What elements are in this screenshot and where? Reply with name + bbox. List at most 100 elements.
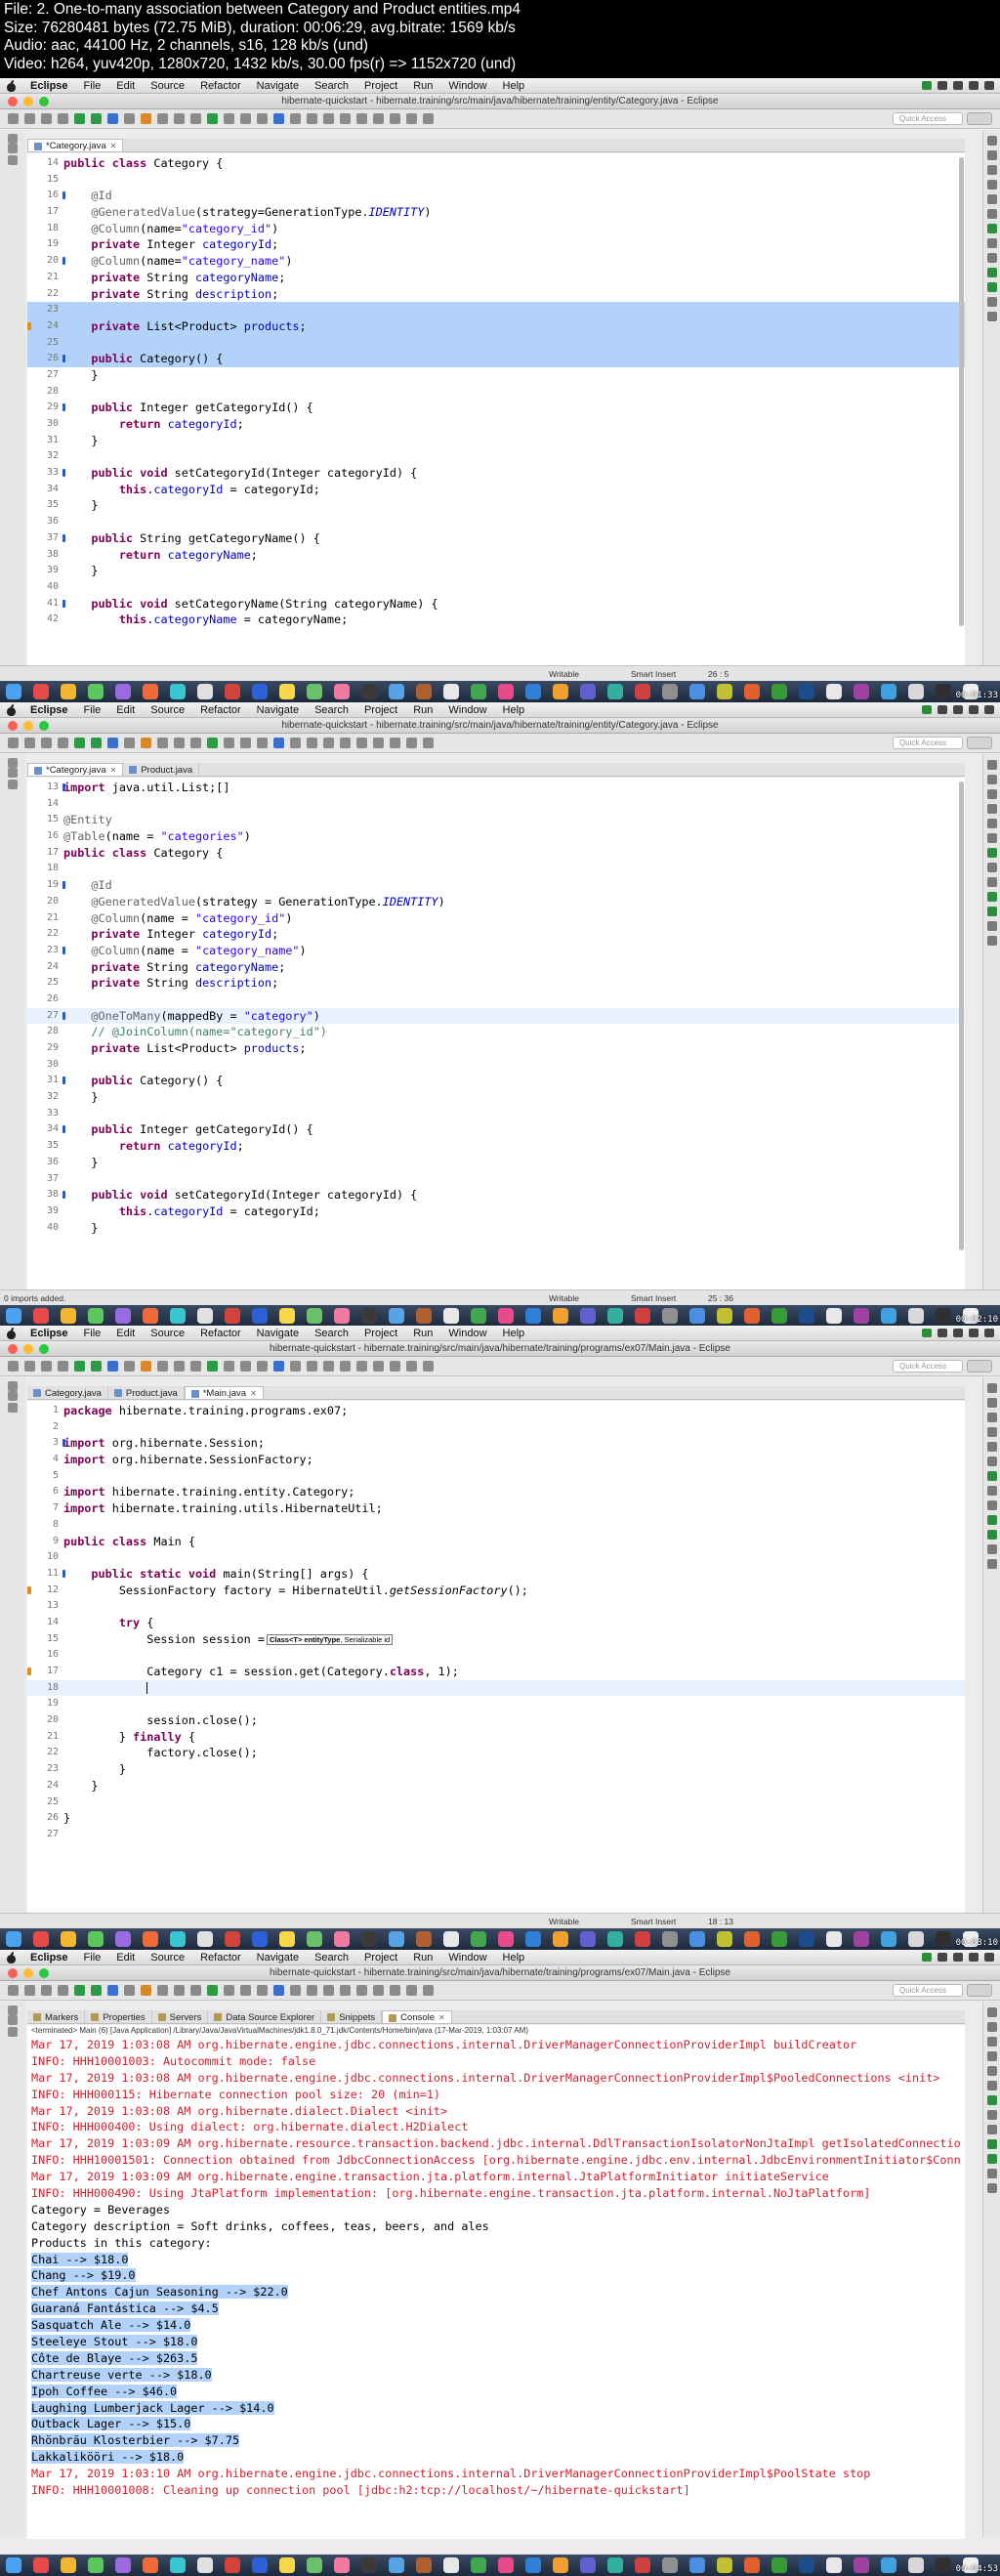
dock-app-icon[interactable] <box>225 1308 240 1324</box>
menu-item-help[interactable]: Help <box>503 80 525 92</box>
code-line[interactable]: 35 return categoryId; <box>27 1138 965 1155</box>
view-toggle-icon[interactable] <box>987 150 997 160</box>
battery-icon[interactable] <box>953 81 963 90</box>
code-line[interactable]: 32 } <box>27 1089 965 1106</box>
fold-toggle-icon[interactable] <box>62 1569 65 1578</box>
dock-app-icon[interactable] <box>771 2557 787 2573</box>
menu-item-source[interactable]: Source <box>150 80 185 92</box>
dock-app-icon[interactable] <box>635 1931 650 1947</box>
toolbar-button-icon[interactable] <box>74 1361 85 1372</box>
toolbar-button-icon[interactable] <box>124 738 135 748</box>
dock-app-icon[interactable] <box>717 1308 732 1324</box>
menu-item-source[interactable]: Source <box>150 1952 185 1964</box>
toolbar-button-icon[interactable] <box>406 1985 417 1996</box>
apple-icon[interactable] <box>6 703 17 716</box>
code-line[interactable]: 5 <box>27 1468 965 1485</box>
dock-app-icon[interactable] <box>744 2557 760 2573</box>
status-icon[interactable] <box>922 81 932 90</box>
apple-icon[interactable] <box>6 1951 17 1964</box>
dock-app-icon[interactable] <box>635 1308 650 1324</box>
menu-item-project[interactable]: Project <box>364 80 397 92</box>
code-line[interactable]: 27 } <box>27 367 965 384</box>
toolbar-button-icon[interactable] <box>141 1985 151 1996</box>
code-line[interactable]: 33 public void setCategoryId(Integer cat… <box>27 465 965 482</box>
toolbar-button-icon[interactable] <box>323 1361 334 1372</box>
fold-toggle-icon[interactable] <box>62 257 65 266</box>
toolbar-button-icon[interactable] <box>240 113 251 124</box>
code-line[interactable]: 28 // @JoinColumn(name="category_id") <box>27 1024 965 1040</box>
code-line[interactable]: 2 <box>27 1419 965 1436</box>
toolbar-button-icon[interactable] <box>356 738 367 748</box>
code-line[interactable]: 17 Category c1 = session.get(Category.cl… <box>27 1664 965 1680</box>
view-toggle-icon[interactable] <box>987 1427 997 1437</box>
code-line[interactable]: 39 } <box>27 563 965 579</box>
dock-app-icon[interactable] <box>635 684 650 699</box>
view-toggle-icon[interactable] <box>987 209 997 219</box>
code-line[interactable]: 18 @Column(name="category_id") <box>27 221 965 237</box>
fold-toggle-icon[interactable] <box>62 355 65 363</box>
dock-app-icon[interactable] <box>389 1931 404 1947</box>
battery-icon[interactable] <box>953 705 963 714</box>
code-line[interactable]: 27 @OneToMany(mappedBy = "category") <box>27 1007 965 1025</box>
code-line[interactable]: 38 return categoryName; <box>27 547 965 564</box>
dock-app-icon[interactable] <box>854 2557 869 2573</box>
view-toggle-icon[interactable] <box>987 936 997 946</box>
toolbar-button-icon[interactable] <box>157 738 168 748</box>
toolbar-button-icon[interactable] <box>240 1985 251 1996</box>
menu-item-navigate[interactable]: Navigate <box>257 704 299 716</box>
view-toggle-icon[interactable] <box>987 1457 997 1466</box>
view-toggle-icon[interactable] <box>987 1398 997 1408</box>
view-toggle-icon[interactable] <box>987 2169 997 2178</box>
code-line[interactable]: 14 <box>27 796 965 813</box>
dock-app-icon[interactable] <box>498 2557 514 2573</box>
dock-app-icon[interactable] <box>334 1931 350 1947</box>
dock-app-icon[interactable] <box>6 1308 21 1324</box>
fold-toggle-icon[interactable] <box>62 533 65 542</box>
view-toggle-icon[interactable] <box>987 2066 997 2076</box>
code-line[interactable]: 42 this.categoryName = categoryName; <box>27 612 965 628</box>
apple-icon[interactable] <box>6 79 17 92</box>
dock-app-icon[interactable] <box>33 684 49 699</box>
view-toggle-icon[interactable] <box>987 1413 997 1422</box>
dock-app-icon[interactable] <box>115 684 131 699</box>
toolbar-button-icon[interactable] <box>356 113 367 124</box>
menu-item-edit[interactable]: Edit <box>116 704 135 716</box>
dock-app-icon[interactable] <box>826 684 842 699</box>
toolbar-button-icon[interactable] <box>190 738 201 748</box>
perspective-switcher[interactable] <box>967 1984 992 1997</box>
toolbar-button-icon[interactable] <box>423 1361 434 1372</box>
code-line[interactable]: 20 session.close(); <box>27 1712 965 1729</box>
toolbar-button-icon[interactable] <box>207 113 218 124</box>
tab-productjava[interactable]: Product.java <box>123 763 200 776</box>
dock-app-icon[interactable] <box>252 1308 268 1324</box>
dock-app-icon[interactable] <box>197 684 213 699</box>
code-line[interactable]: 20 @GeneratedValue(strategy = Generation… <box>27 894 965 910</box>
toolbar-button-icon[interactable] <box>24 113 35 124</box>
dock-app-icon[interactable] <box>771 1308 787 1324</box>
toolbar-button-icon[interactable] <box>307 1985 317 1996</box>
dock-app-icon[interactable] <box>115 2557 131 2573</box>
dock-app-icon[interactable] <box>908 1931 924 1947</box>
package-explorer-icon[interactable] <box>8 144 18 153</box>
view-toggle-icon[interactable] <box>987 180 997 190</box>
toolbar-button-icon[interactable] <box>257 1985 268 1996</box>
package-explorer-icon[interactable] <box>8 2027 18 2037</box>
dock-app-icon[interactable] <box>334 2557 350 2573</box>
toolbar-button-icon[interactable] <box>390 1985 400 1996</box>
fold-toggle-icon[interactable] <box>62 946 65 954</box>
dock-app-icon[interactable] <box>881 1308 896 1324</box>
code-line[interactable]: 18 <box>27 1679 965 1697</box>
menu-item-navigate[interactable]: Navigate <box>257 80 299 92</box>
code-line[interactable]: 30 return categoryId; <box>27 416 965 433</box>
dock-app-icon[interactable] <box>88 684 104 699</box>
tab-datasourceexplorer[interactable]: Data Source Explorer <box>208 2010 322 2023</box>
code-line[interactable]: 15 <box>27 172 965 189</box>
code-line[interactable]: 21 private String categoryName; <box>27 270 965 286</box>
dock-app-icon[interactable] <box>307 684 322 699</box>
view-toggle-icon[interactable] <box>987 863 997 872</box>
fold-toggle-icon[interactable] <box>62 403 65 412</box>
dock-app-icon[interactable] <box>689 2557 705 2573</box>
view-toggle-icon[interactable] <box>987 1486 997 1496</box>
menu-item-search[interactable]: Search <box>314 1328 349 1339</box>
view-toggle-icon[interactable] <box>987 819 997 828</box>
